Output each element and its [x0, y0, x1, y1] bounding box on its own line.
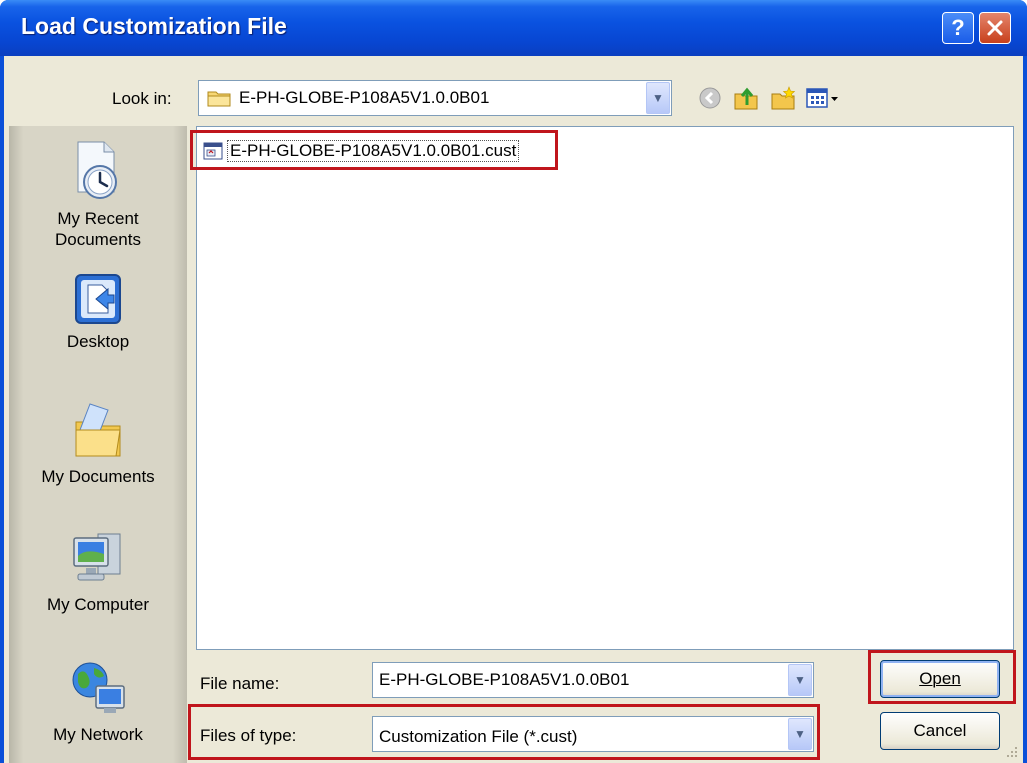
- up-folder-icon: [734, 87, 758, 110]
- place-label: My Documents: [41, 467, 155, 486]
- recent-documents-icon: [77, 141, 117, 199]
- my-documents-icon: [75, 403, 121, 457]
- cancel-button[interactable]: Cancel: [880, 712, 1000, 750]
- file-name-combo[interactable]: ▼: [372, 662, 814, 698]
- view-menu-icon: [806, 88, 838, 108]
- view-menu-button[interactable]: [804, 84, 842, 112]
- open-button-highlight: [868, 650, 1016, 704]
- file-name-label: File name:: [200, 674, 280, 693]
- desktop-icon: [75, 274, 121, 324]
- folder-icon: [207, 91, 231, 107]
- help-button[interactable]: ?: [942, 12, 974, 44]
- file-item-highlight: [190, 130, 558, 170]
- resize-grip-icon[interactable]: [1005, 745, 1019, 759]
- up-one-level-button[interactable]: [732, 84, 760, 112]
- place-desktop[interactable]: Desktop: [9, 271, 187, 352]
- new-folder-button[interactable]: [769, 84, 797, 112]
- my-computer-icon: [73, 533, 121, 581]
- file-name-input[interactable]: [373, 663, 813, 697]
- new-folder-icon: [771, 86, 796, 110]
- place-label: My Computer: [46, 595, 150, 614]
- place-my-recent-documents[interactable]: My Recent Documents: [9, 138, 187, 250]
- close-button[interactable]: [979, 12, 1011, 44]
- place-label: My Network: [53, 725, 143, 744]
- my-network-icon: [72, 662, 125, 713]
- file-type-highlight: [188, 704, 820, 760]
- look-in-value: E-PH-GLOBE-P108A5V1.0.0B01: [239, 88, 490, 107]
- place-label: Desktop: [66, 332, 130, 351]
- places-bar: My Recent Documents Desktop My Documents…: [9, 126, 187, 763]
- chevron-down-icon[interactable]: ▼: [788, 664, 812, 696]
- place-my-network[interactable]: My Network: [9, 656, 187, 745]
- back-arrow-icon: [699, 87, 721, 109]
- dialog-window: Load Customization File ? Look in: E-PH-…: [0, 0, 1027, 763]
- cancel-button-label: Cancel: [913, 721, 967, 740]
- place-label-line2: Documents: [55, 230, 141, 249]
- title-bar[interactable]: Load Customization File ?: [0, 0, 1027, 56]
- back-button[interactable]: [696, 84, 724, 112]
- place-my-computer[interactable]: My Computer: [9, 528, 187, 615]
- look-in-label: Look in:: [112, 89, 172, 109]
- file-list[interactable]: E-PH-GLOBE-P108A5V1.0.0B01.cust: [196, 126, 1014, 650]
- look-in-dropdown[interactable]: E-PH-GLOBE-P108A5V1.0.0B01 ▼: [198, 80, 672, 116]
- place-label: My Recent: [57, 209, 139, 228]
- dialog-title: Load Customization File: [21, 13, 287, 39]
- place-my-documents[interactable]: My Documents: [9, 398, 187, 487]
- dialog-client-area: Look in: E-PH-GLOBE-P108A5V1.0.0B01 ▼ My…: [4, 56, 1023, 763]
- chevron-down-icon[interactable]: ▼: [646, 82, 670, 114]
- close-icon: [987, 20, 1003, 36]
- look-in-label-text: Look in:: [112, 89, 172, 108]
